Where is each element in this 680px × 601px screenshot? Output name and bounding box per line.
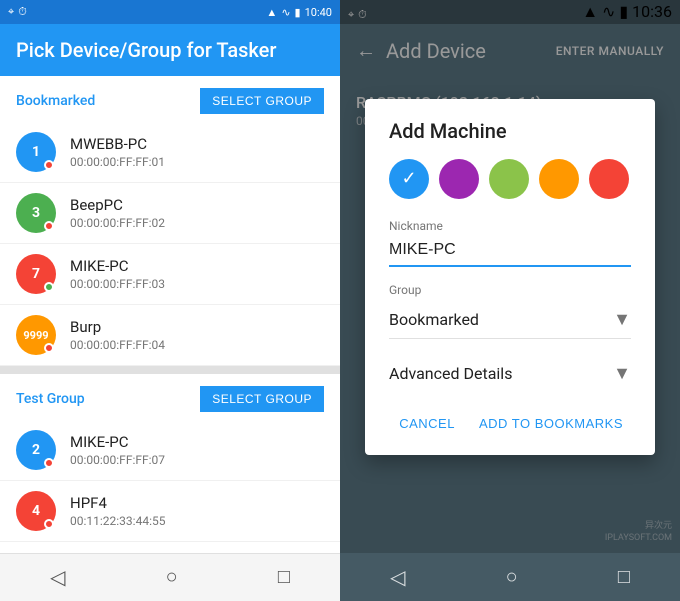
left-home-btn[interactable]: ○ [146, 558, 198, 597]
left-content: Bookmarked SELECT GROUP 1 MWEBB-PC 00:00… [0, 76, 340, 553]
status-dot-hpf4 [44, 519, 54, 529]
device-mac-burp: 00:00:00:FF:FF:04 [70, 338, 324, 352]
add-machine-dialog: Add Machine ✓ Nickname Group Bookmarked … [365, 99, 655, 455]
status-dot-mwebb [44, 160, 54, 170]
right-panel: ⌖ ⏱ ▲ ∿ ▮ 10:36 ← Add Device ENTER MANUA… [340, 0, 680, 601]
select-group-test-btn[interactable]: SELECT GROUP [200, 386, 324, 412]
wifi-icon: ∿ [281, 6, 290, 19]
left-recent-btn[interactable]: □ [258, 558, 310, 597]
device-mac-mikepc-1: 00:00:00:FF:FF:03 [70, 277, 324, 291]
test-group-section: Test Group SELECT GROUP 2 MIKE-PC 00:00:… [0, 374, 340, 542]
device-mac-beeppc: 00:00:00:FF:FF:02 [70, 216, 324, 230]
color-orange[interactable] [539, 159, 579, 199]
color-picker: ✓ [389, 159, 631, 199]
group-dropdown[interactable]: Bookmarked ▼ [389, 301, 631, 339]
avatar-mwebb: 1 [16, 132, 56, 172]
signal-icon: ▲ [266, 6, 277, 19]
device-name-mikepc-2: MIKE-PC [70, 433, 324, 451]
device-hpf4[interactable]: 4 HPF4 00:11:22:33:44:55 [0, 481, 340, 542]
status-dot-mikepc-1 [44, 282, 54, 292]
device-mac-mikepc-2: 00:00:00:FF:FF:07 [70, 453, 324, 467]
nickname-input[interactable] [389, 237, 631, 267]
avatar-id-mwebb: 1 [32, 144, 40, 160]
device-info-beeppc: BeepPC 00:00:00:FF:FF:02 [70, 196, 324, 230]
left-panel: ⌖ ⏱ ▲ ∿ ▮ 10:40 Pick Device/Group for Ta… [0, 0, 340, 601]
device-mikepc-2[interactable]: 2 MIKE-PC 00:00:00:FF:FF:07 [0, 420, 340, 481]
right-nav-bar: ◁ ○ □ [340, 553, 680, 601]
avatar-mikepc-1: 7 [16, 254, 56, 294]
right-recent-btn[interactable]: □ [598, 558, 650, 597]
device-info-mikepc-2: MIKE-PC 00:00:00:FF:FF:07 [70, 433, 324, 467]
device-name-burp: Burp [70, 318, 324, 336]
left-header: Pick Device/Group for Tasker [0, 24, 340, 76]
avatar-id-hpf4: 4 [32, 503, 40, 519]
alarm-icon: ⏱ [18, 5, 27, 19]
dialog-title: Add Machine [389, 119, 631, 143]
device-mac-mwebb: 00:00:00:FF:FF:01 [70, 155, 324, 169]
bookmarked-section: Bookmarked SELECT GROUP 1 MWEBB-PC 00:00… [0, 76, 340, 366]
section-divider [0, 366, 340, 374]
cancel-button[interactable]: CANCEL [391, 408, 463, 439]
color-green[interactable] [489, 159, 529, 199]
device-mac-hpf4: 00:11:22:33:44:55 [70, 514, 324, 528]
nickname-label: Nickname [389, 219, 631, 233]
device-mikepc-1[interactable]: 7 MIKE-PC 00:00:00:FF:FF:03 [0, 244, 340, 305]
device-name-hpf4: HPF4 [70, 494, 324, 512]
device-burp[interactable]: 9999 Burp 00:00:00:FF:FF:04 [0, 305, 340, 366]
color-red[interactable] [589, 159, 629, 199]
avatar-hpf4: 4 [16, 491, 56, 531]
left-nav-bar: ◁ ○ □ [0, 553, 340, 601]
add-to-bookmarks-button[interactable]: ADD TO BOOKMARKS [471, 408, 631, 439]
device-name-mikepc-1: MIKE-PC [70, 257, 324, 275]
avatar-id-beeppc: 3 [32, 205, 40, 221]
avatar-burp: 9999 [16, 315, 56, 355]
status-right: ▲ ∿ ▮ 10:40 [266, 6, 332, 19]
color-purple[interactable] [439, 159, 479, 199]
time-left: 10:40 [305, 6, 332, 19]
advanced-label: Advanced Details [389, 364, 512, 383]
group-value: Bookmarked [389, 310, 479, 329]
status-dot-beeppc [44, 221, 54, 231]
group-dropdown-arrow: ▼ [613, 309, 631, 330]
device-info-hpf4: HPF4 00:11:22:33:44:55 [70, 494, 324, 528]
avatar-id-burp: 9999 [23, 329, 48, 342]
test-group-header: Test Group SELECT GROUP [0, 374, 340, 420]
avatar-id-mikepc-1: 7 [32, 266, 40, 282]
device-beeppc[interactable]: 3 BeepPC 00:00:00:FF:FF:02 [0, 183, 340, 244]
right-home-btn[interactable]: ○ [486, 558, 538, 597]
group-label: Group [389, 283, 631, 297]
color-blue[interactable]: ✓ [389, 159, 429, 199]
advanced-details-toggle[interactable]: Advanced Details ▼ [389, 355, 631, 392]
advanced-chevron-icon: ▼ [613, 363, 631, 384]
test-group-label: Test Group [16, 391, 85, 407]
device-name-mwebb: MWEBB-PC [70, 135, 324, 153]
left-back-btn[interactable]: ◁ [30, 557, 85, 598]
battery-icon: ▮ [295, 6, 301, 19]
dialog-overlay: Add Machine ✓ Nickname Group Bookmarked … [340, 0, 680, 553]
left-status-bar: ⌖ ⏱ ▲ ∿ ▮ 10:40 [0, 0, 340, 24]
select-group-bookmarked-btn[interactable]: SELECT GROUP [200, 88, 324, 114]
status-dot-burp [44, 343, 54, 353]
left-header-title: Pick Device/Group for Tasker [16, 38, 276, 62]
avatar-beeppc: 3 [16, 193, 56, 233]
device-mwebb[interactable]: 1 MWEBB-PC 00:00:00:FF:FF:01 [0, 122, 340, 183]
right-back-btn[interactable]: ◁ [370, 557, 425, 598]
avatar-id-mikepc-2: 2 [32, 442, 40, 458]
dialog-actions: CANCEL ADD TO BOOKMARKS [389, 400, 631, 439]
avatar-mikepc-2: 2 [16, 430, 56, 470]
bookmarked-header: Bookmarked SELECT GROUP [0, 76, 340, 122]
bookmarked-label: Bookmarked [16, 93, 95, 109]
status-dot-mikepc-2 [44, 458, 54, 468]
device-info-mikepc-1: MIKE-PC 00:00:00:FF:FF:03 [70, 257, 324, 291]
device-name-beeppc: BeepPC [70, 196, 324, 214]
device-info-burp: Burp 00:00:00:FF:FF:04 [70, 318, 324, 352]
status-icons-left: ⌖ ⏱ [8, 5, 27, 19]
bluetooth-icon: ⌖ [8, 5, 14, 19]
device-info-mwebb: MWEBB-PC 00:00:00:FF:FF:01 [70, 135, 324, 169]
